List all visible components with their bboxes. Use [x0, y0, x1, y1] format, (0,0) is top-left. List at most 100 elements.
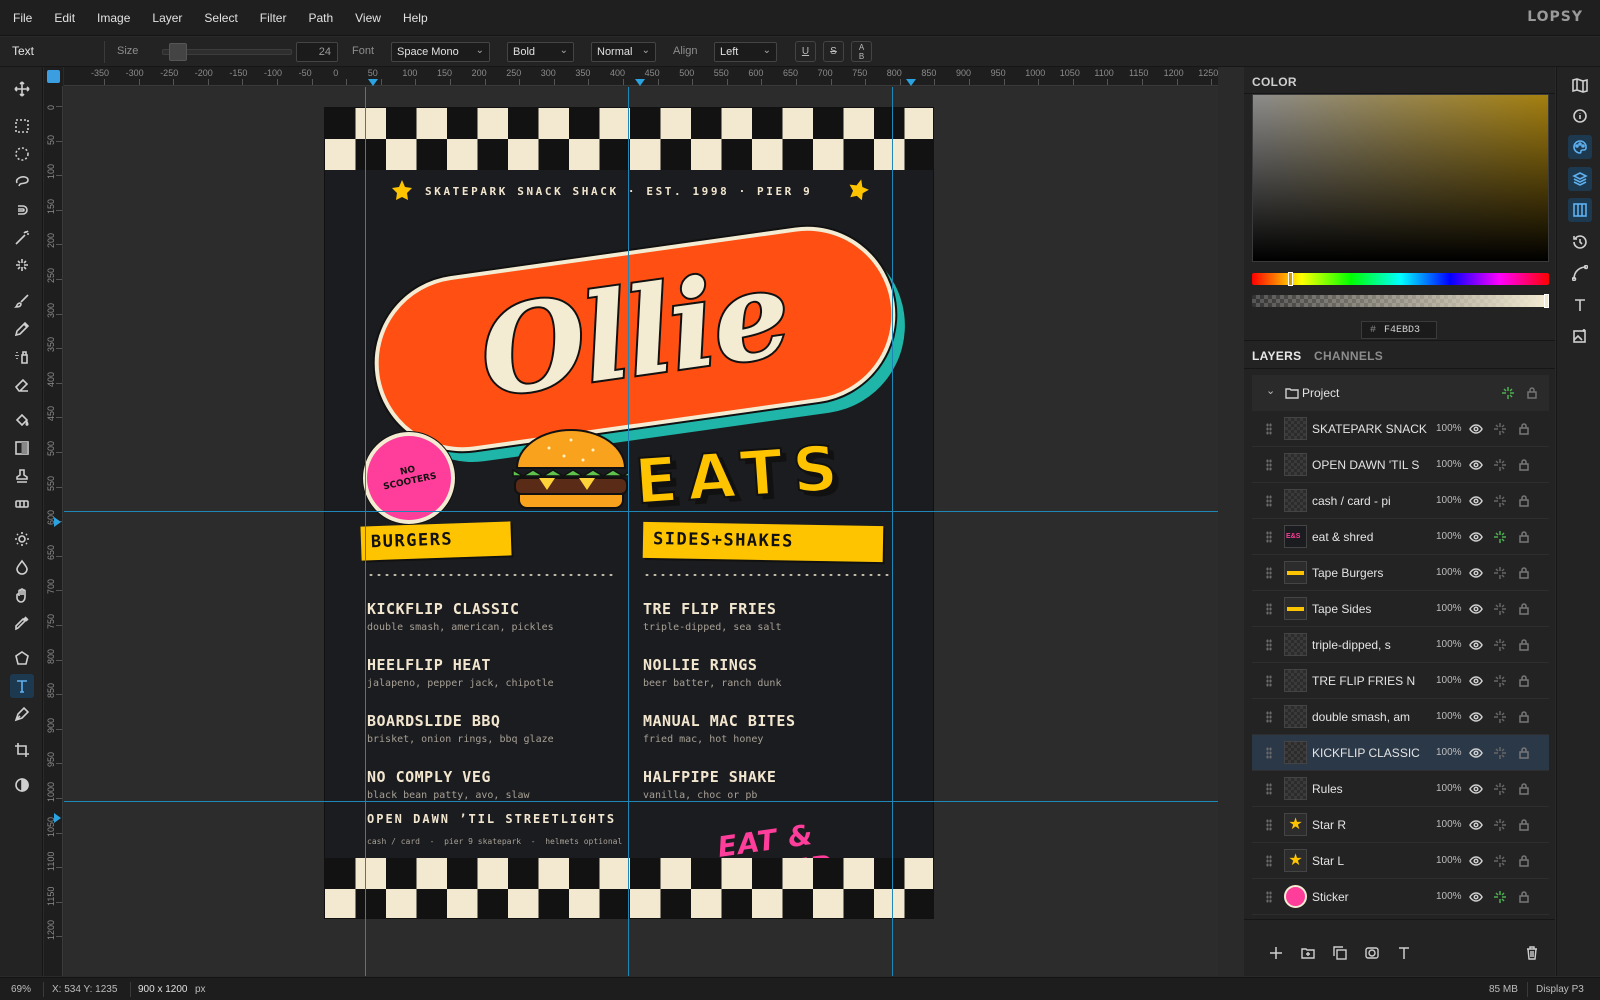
eraser-tool[interactable] [10, 373, 34, 397]
menu-edit[interactable]: Edit [41, 11, 75, 25]
patch-tool[interactable] [10, 492, 34, 516]
drag-handle-icon[interactable] [1266, 783, 1272, 795]
eye-icon[interactable] [1469, 782, 1483, 796]
new-group-icon[interactable] [1301, 946, 1315, 960]
duplicate-icon[interactable] [1333, 946, 1347, 960]
layers-button[interactable] [1568, 167, 1592, 191]
layer-opacity[interactable]: 100% [1436, 639, 1462, 650]
eye-icon[interactable] [1469, 674, 1483, 688]
effects-icon[interactable] [1493, 674, 1507, 688]
menu-item-right-2[interactable]: NOLLIE RINGS beer batter, ranch dunk [643, 656, 781, 689]
eye-icon[interactable] [1469, 710, 1483, 724]
lock-icon[interactable] [1517, 638, 1531, 652]
size-input[interactable]: 24 [296, 42, 338, 62]
underline-button[interactable]: U [795, 41, 816, 62]
stamp-tool[interactable] [10, 464, 34, 488]
layer-opacity[interactable]: 100% [1436, 531, 1462, 542]
layer-row[interactable]: E&S eat & shred 100% [1252, 519, 1549, 555]
lock-icon[interactable] [1517, 674, 1531, 688]
move-tool[interactable] [10, 77, 34, 101]
drag-handle-icon[interactable] [1266, 459, 1272, 471]
layer-row[interactable]: Tape Burgers 100% [1252, 555, 1549, 591]
lock-icon[interactable] [1517, 782, 1531, 796]
layer-opacity[interactable]: 100% [1436, 603, 1462, 614]
effects-icon[interactable] [1493, 458, 1507, 472]
rect-select-tool[interactable] [10, 114, 34, 138]
effects-icon[interactable] [1493, 602, 1507, 616]
add-layer-icon[interactable] [1269, 946, 1283, 960]
fill-tool[interactable] [10, 408, 34, 432]
layer-opacity[interactable]: 100% [1436, 567, 1462, 578]
font-select[interactable]: Space Mono ⌄ [391, 42, 490, 62]
eye-icon[interactable] [1469, 422, 1483, 436]
tape-burgers[interactable]: BURGERS [360, 521, 512, 561]
lock-icon[interactable] [1517, 566, 1531, 580]
menu-path[interactable]: Path [295, 11, 333, 25]
layer-opacity[interactable]: 100% [1436, 459, 1462, 470]
eye-icon[interactable] [1469, 530, 1483, 544]
layer-row[interactable]: ★ Star L 100% [1252, 843, 1549, 879]
menu-help[interactable]: Help [390, 11, 428, 25]
layer-row[interactable]: OPEN DAWN 'TIL S 100% [1252, 447, 1549, 483]
effects-icon[interactable] [1493, 818, 1507, 832]
drag-handle-icon[interactable] [1266, 423, 1272, 435]
lock-icon[interactable] [1517, 890, 1531, 904]
effects-icon[interactable] [1493, 422, 1507, 436]
brush-tool[interactable] [10, 289, 34, 313]
guide-vertical[interactable] [365, 87, 366, 976]
lock-icon[interactable] [1517, 458, 1531, 472]
layer-row[interactable]: cash / card - pi 100% [1252, 483, 1549, 519]
menu-file[interactable]: File [0, 11, 32, 25]
text-layer-icon[interactable] [1397, 946, 1411, 960]
history-button[interactable] [1568, 230, 1592, 254]
character-button[interactable] [1568, 293, 1592, 317]
ruler-left[interactable]: 0 50 100 150 200 250 300 350 400 450 500 550 600 650 7… [44, 86, 63, 976]
menu-item-left-1[interactable]: KICKFLIP CLASSIC double smash, american, … [367, 600, 554, 633]
guide-vertical[interactable] [628, 87, 629, 976]
guide-marker[interactable] [906, 79, 916, 86]
layer-opacity[interactable]: 100% [1436, 891, 1462, 902]
menu-image[interactable]: Image [84, 11, 130, 25]
tagline[interactable]: SKATEPARK SNACK SHACK · EST. 1998 · PIER… [425, 185, 812, 198]
ellipse-select-tool[interactable] [10, 142, 34, 166]
effects-icon[interactable] [1493, 854, 1507, 868]
hand-tool[interactable] [10, 583, 34, 607]
eye-icon[interactable] [1469, 566, 1483, 580]
layer-row[interactable]: Rules 100% [1252, 771, 1549, 807]
layer-row[interactable]: TRE FLIP FRIES N 100% [1252, 663, 1549, 699]
layer-opacity[interactable]: 100% [1436, 423, 1462, 434]
dodge-tool[interactable] [10, 527, 34, 551]
paths-button[interactable] [1568, 261, 1592, 285]
pen-tool[interactable] [10, 702, 34, 726]
drag-handle-icon[interactable] [1266, 747, 1272, 759]
lock-icon[interactable] [1517, 530, 1531, 544]
columns-button[interactable] [1568, 198, 1592, 222]
menu-filter[interactable]: Filter [247, 11, 287, 25]
menu-layer[interactable]: Layer [139, 11, 182, 25]
align-select[interactable]: Left ⌄ [714, 42, 777, 62]
logo-pill[interactable]: Ollie [363, 215, 917, 474]
effects-icon[interactable] [1493, 530, 1507, 544]
canvas-area[interactable]: SKATEPARK SNACK SHACK · EST. 1998 · PIER… [64, 87, 1218, 976]
effects-icon[interactable] [1493, 566, 1507, 580]
layer-row[interactable]: Tape Sides 100% [1252, 591, 1549, 627]
layer-opacity[interactable]: 100% [1436, 675, 1462, 686]
layer-opacity[interactable]: 100% [1436, 783, 1462, 794]
eye-icon[interactable] [1469, 854, 1483, 868]
effects-icon[interactable] [1493, 710, 1507, 724]
layer-row[interactable]: SKATEPARK SNACK 100% [1252, 411, 1549, 447]
hue-slider[interactable] [1252, 272, 1549, 286]
layer-opacity[interactable]: 100% [1436, 855, 1462, 866]
quick-select-tool[interactable] [10, 253, 34, 277]
layer-row[interactable]: double smash, am 100% [1252, 699, 1549, 735]
poster-canvas[interactable]: SKATEPARK SNACK SHACK · EST. 1998 · PIER… [324, 107, 934, 919]
footer-info[interactable]: cash / card - pier 9 skatepark - helmets… [367, 837, 622, 846]
guide-marker[interactable] [635, 79, 645, 86]
tab-layers[interactable]: LAYERS [1252, 349, 1301, 363]
lock-icon[interactable] [1517, 494, 1531, 508]
navigator-button[interactable] [1568, 73, 1592, 97]
layer-opacity[interactable]: 100% [1436, 711, 1462, 722]
drag-handle-icon[interactable] [1266, 891, 1272, 903]
menu-item-left-3[interactable]: BOARDSLIDE BBQ brisket, onion rings, bbq … [367, 712, 554, 745]
effects-icon[interactable] [1493, 638, 1507, 652]
